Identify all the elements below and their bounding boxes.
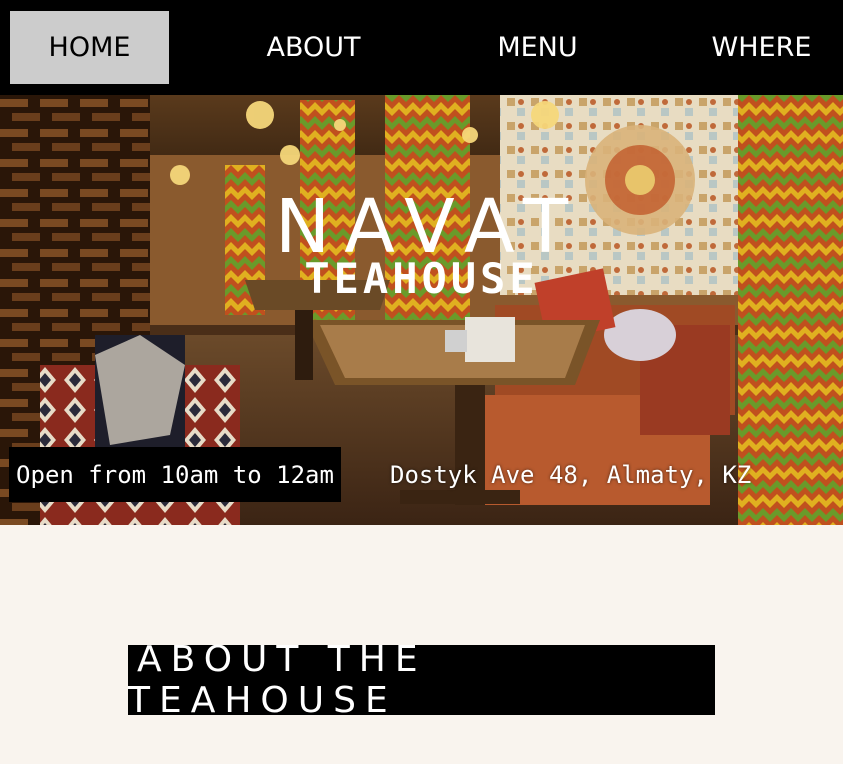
brand-subtitle: TEAHOUSE [304, 254, 539, 303]
address-text: Dostyk Ave 48, Almaty, KZ [390, 460, 752, 489]
opening-hours: Open from 10am to 12am [9, 447, 341, 502]
nav-menu-link[interactable]: MENU [458, 11, 617, 84]
top-navigation: HOME ABOUT MENU WHERE [0, 0, 843, 95]
nav-home-link[interactable]: HOME [10, 11, 169, 84]
nav-about-link[interactable]: ABOUT [234, 11, 393, 84]
about-section-heading: ABOUT THE TEAHOUSE [128, 639, 715, 721]
brand-title: NAVAT [274, 184, 583, 270]
nav-where-link[interactable]: WHERE [682, 11, 841, 84]
hero-section: NAVAT TEAHOUSE Open from 10am to 12am Do… [0, 95, 843, 525]
